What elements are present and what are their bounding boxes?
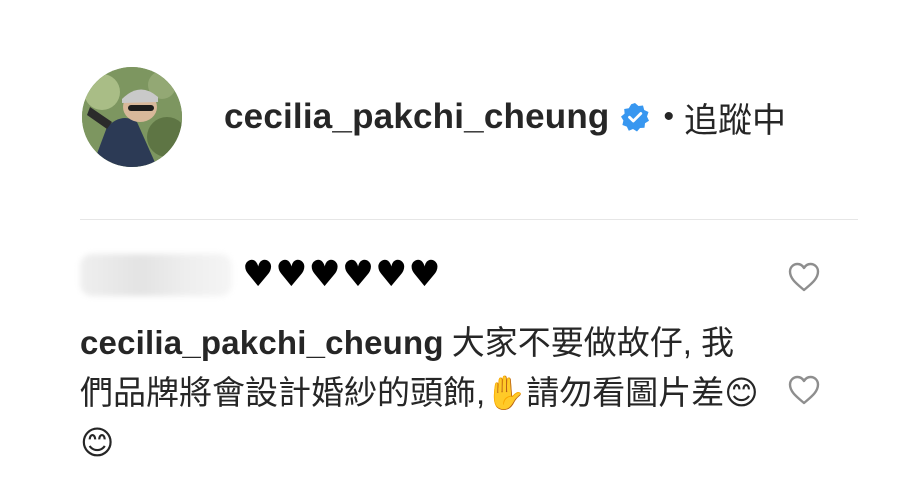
header-separator: •: [663, 100, 675, 133]
divider: [80, 219, 858, 220]
verified-badge-icon: [620, 102, 650, 132]
comment-text: ♥♥♥♥♥♥: [242, 254, 442, 295]
heart-outline-icon[interactable]: [787, 261, 821, 293]
comment-item: ♥♥♥♥♥♥: [80, 250, 840, 300]
header-username[interactable]: cecilia_pakchi_cheung: [224, 97, 610, 137]
heart-outline-icon[interactable]: [787, 374, 821, 406]
comment-item: cecilia_pakchi_cheung 大家不要做故仔, 我們品牌將會設計婚紗…: [80, 318, 760, 468]
following-button[interactable]: 追蹤中: [684, 93, 786, 142]
avatar-photo: [82, 67, 182, 167]
comment-username[interactable]: cecilia_pakchi_cheung: [80, 324, 444, 361]
post-header: cecilia_pakchi_cheung • 追蹤中: [82, 67, 842, 167]
blurred-username: [80, 254, 232, 296]
avatar[interactable]: [82, 67, 182, 167]
